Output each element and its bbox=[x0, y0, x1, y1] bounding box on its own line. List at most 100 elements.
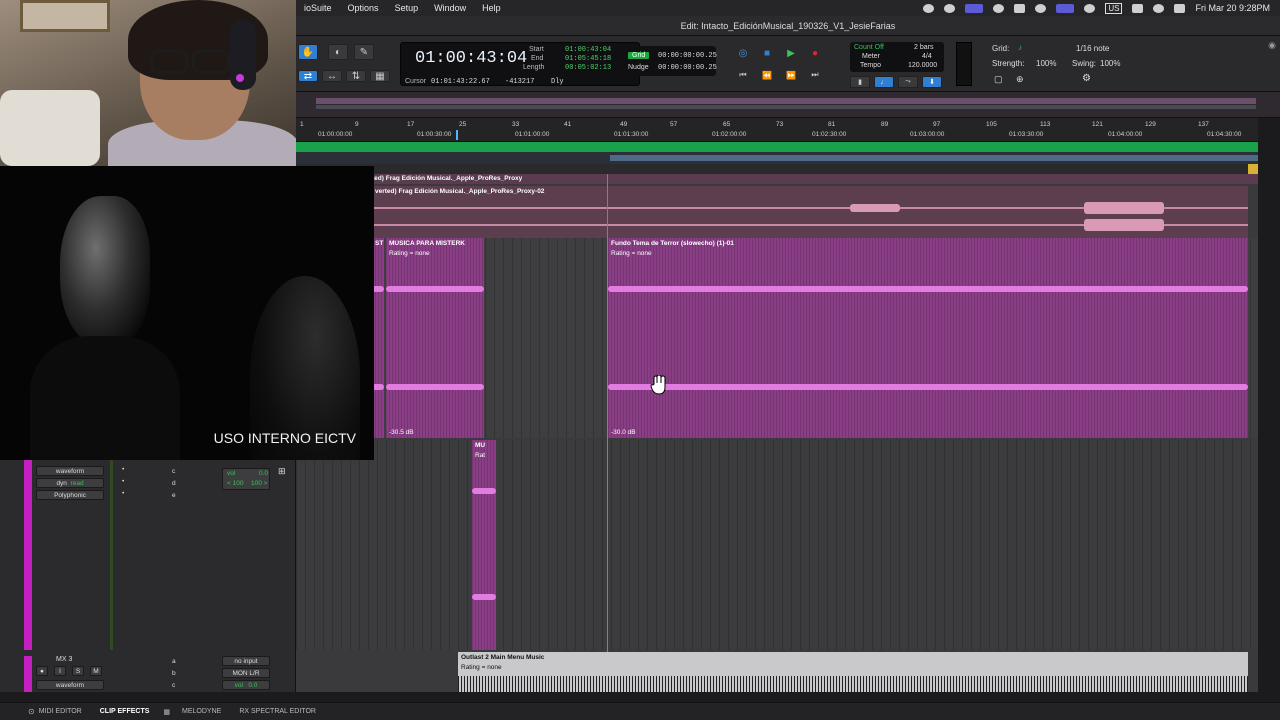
add-insert-icon[interactable]: ⊞ bbox=[278, 466, 286, 477]
tracks-area[interactable]: ted) Frag Edición Musical._Apple_ProRes_… bbox=[296, 174, 1258, 692]
scroll-corner-icon[interactable] bbox=[1248, 164, 1258, 174]
swing-value[interactable]: 100% bbox=[1100, 59, 1120, 68]
input-monitor-button[interactable]: I bbox=[54, 666, 66, 676]
meter-value[interactable]: 4/4 bbox=[922, 53, 932, 60]
play-icon[interactable]: ▶ bbox=[782, 46, 800, 60]
grid-value[interactable]: 00:00:00:00.25 bbox=[658, 52, 717, 60]
fast-forward-icon[interactable]: ⏩ bbox=[782, 68, 800, 82]
marker-ruler[interactable] bbox=[296, 142, 1258, 152]
snap-icon[interactable]: ▢ bbox=[994, 74, 1003, 85]
screen-share-icon[interactable] bbox=[965, 3, 984, 13]
clip-fundo-tema-de-terror[interactable]: Fundo Tema de Terror (slowecho) (1)-01 R… bbox=[608, 238, 1248, 438]
automation-dyn-select[interactable]: dyn read bbox=[36, 478, 104, 488]
volume-pan-box[interactable]: vol 0.0 < 100 100 > bbox=[222, 468, 270, 490]
tab-midi-editor[interactable]: MIDI EDITOR bbox=[35, 708, 96, 715]
grabber-tool-icon[interactable]: ✋ bbox=[298, 44, 318, 60]
length-value[interactable]: 00:05:02:13 bbox=[565, 64, 611, 72]
volume-box-2[interactable]: vol 0.0 bbox=[222, 680, 270, 690]
mode-shuffle-icon[interactable]: ↔ bbox=[322, 70, 342, 82]
tab-rx-spectral-editor[interactable]: RX SPECTRAL EDITOR bbox=[235, 708, 330, 715]
insert-dot-2[interactable]: • bbox=[122, 478, 124, 485]
rec-enable-button[interactable]: ● bbox=[36, 666, 48, 676]
mode-slip-icon[interactable]: ⇅ bbox=[346, 70, 366, 82]
clip-musica-para-misterk[interactable]: MUSICA PARA MISTERK Rating = none -30.5 … bbox=[386, 238, 484, 438]
dly-label[interactable]: Dly bbox=[551, 78, 564, 86]
clip-outlast[interactable]: Outlast 2 Main Menu Music Rating = none bbox=[458, 652, 1248, 692]
menu-setup[interactable]: Setup bbox=[387, 3, 427, 13]
count-off-label[interactable]: Count Off bbox=[854, 44, 884, 51]
start-value[interactable]: 01:00:43:04 bbox=[565, 46, 611, 54]
track-name-mx3[interactable]: MX 3 bbox=[56, 656, 72, 663]
selection-ruler[interactable] bbox=[296, 152, 1258, 164]
insert-dot-1[interactable]: • bbox=[122, 466, 124, 473]
settings-gear-icon[interactable]: ⚙ bbox=[1082, 73, 1091, 84]
waveform-view-select[interactable]: waveform bbox=[36, 466, 104, 476]
mode-grid-icon[interactable]: ▦ bbox=[370, 70, 390, 82]
smart-tool-icon[interactable]: ⇄ bbox=[298, 70, 318, 82]
main-counter-value[interactable]: 01:00:43:04 bbox=[415, 49, 527, 68]
tabs-toggle-icon[interactable]: ⊙ bbox=[28, 707, 35, 716]
main-counter[interactable]: 01:00:43:04 Start End Length 01:00:43:04… bbox=[400, 42, 640, 86]
stop-icon[interactable]: ■ bbox=[758, 46, 776, 60]
clip-proxy-02[interactable]: verted) Frag Edición Musical._Apple_ProR… bbox=[372, 186, 1248, 238]
end-value[interactable]: 01:05:45:18 bbox=[565, 55, 611, 63]
metronome-icon[interactable]: ♩ bbox=[874, 76, 894, 88]
send-c[interactable]: c bbox=[172, 468, 175, 475]
pencil-tool-icon[interactable]: ✎ bbox=[354, 44, 374, 60]
record-icon[interactable]: ● bbox=[806, 46, 824, 60]
clip-effects-icon[interactable]: ▦ bbox=[163, 708, 170, 716]
send-b[interactable]: b bbox=[172, 670, 176, 677]
polyphonic-select[interactable]: Polyphonic bbox=[36, 490, 104, 500]
menu-app[interactable]: ioSuite bbox=[296, 3, 340, 13]
output-select[interactable]: MON L/R bbox=[222, 668, 270, 678]
menu-window[interactable]: Window bbox=[426, 3, 474, 13]
mute-button[interactable]: M bbox=[90, 666, 102, 676]
return-to-zero-icon[interactable]: ⏮ bbox=[734, 68, 752, 82]
send-c-2[interactable]: c bbox=[172, 682, 175, 689]
zoom-tool-icon[interactable]: ◐ bbox=[328, 44, 348, 60]
input-select[interactable]: no input bbox=[222, 656, 270, 666]
send-e[interactable]: e bbox=[172, 492, 176, 499]
waveform-view-select-2[interactable]: waveform bbox=[36, 680, 104, 690]
tab-melodyne[interactable]: MELODYNE bbox=[178, 708, 235, 715]
rewind-icon[interactable]: ⏪ bbox=[758, 68, 776, 82]
keyboard-layout[interactable]: US bbox=[1105, 2, 1123, 14]
conductor-icon[interactable]: ⬇ bbox=[922, 76, 942, 88]
clip-proxy[interactable]: ted) Frag Edición Musical._Apple_ProRes_… bbox=[296, 174, 1258, 184]
control-center-icon[interactable] bbox=[1174, 3, 1186, 13]
clip-small-mu[interactable]: MU Rat bbox=[472, 440, 496, 650]
solo-button[interactable]: S bbox=[72, 666, 84, 676]
wait-for-note-icon[interactable]: ▮ bbox=[850, 76, 870, 88]
clip-fundo-gain[interactable]: -30.0 dB bbox=[611, 429, 636, 436]
menu-options[interactable]: Options bbox=[340, 3, 387, 13]
grid-note-value[interactable]: 1/16 note bbox=[1076, 44, 1109, 53]
insert-dot-3[interactable]: • bbox=[122, 490, 124, 497]
midi-merge-icon[interactable]: ⤳ bbox=[898, 76, 918, 88]
sync-icon[interactable] bbox=[944, 3, 956, 13]
loop-icon[interactable]: ◎ bbox=[734, 46, 752, 60]
toolbar-menu-icon[interactable]: ◉ bbox=[1268, 40, 1276, 51]
go-to-end-icon[interactable]: ⏭ bbox=[806, 68, 824, 82]
timeline-ruler[interactable]: 1 9 17 25 33 41 49 57 65 73 81 89 97 105… bbox=[296, 118, 1258, 142]
send-d[interactable]: d bbox=[172, 480, 176, 487]
gear-status-icon[interactable] bbox=[993, 3, 1005, 13]
headphones-icon[interactable] bbox=[1014, 3, 1026, 13]
clip-musica-gain[interactable]: -30.5 dB bbox=[389, 429, 414, 436]
nudge-value[interactable]: 00:00:00:00.25 bbox=[658, 64, 717, 72]
search-icon[interactable] bbox=[1153, 3, 1165, 13]
play-status-icon[interactable] bbox=[1084, 3, 1096, 13]
wifi-icon[interactable] bbox=[1132, 3, 1144, 13]
send-a[interactable]: a bbox=[172, 658, 176, 665]
playhead-marker[interactable] bbox=[456, 130, 458, 140]
zoom-fit-icon[interactable]: ⊕ bbox=[1016, 74, 1024, 85]
universe-overview[interactable] bbox=[296, 92, 1280, 118]
tempo-value[interactable]: 120.0000 bbox=[908, 62, 937, 69]
menu-help[interactable]: Help bbox=[474, 3, 509, 13]
moon-icon[interactable] bbox=[1035, 3, 1047, 13]
record-status-icon[interactable] bbox=[923, 3, 935, 13]
bars-value[interactable]: 2 bars bbox=[914, 44, 933, 51]
grid-tag[interactable]: Grid bbox=[628, 52, 650, 59]
tab-clip-effects[interactable]: CLIP EFFECTS bbox=[96, 708, 164, 715]
stage-manager-icon[interactable] bbox=[1056, 3, 1075, 13]
clock[interactable]: Fri Mar 20 9:28PM bbox=[1195, 3, 1270, 13]
